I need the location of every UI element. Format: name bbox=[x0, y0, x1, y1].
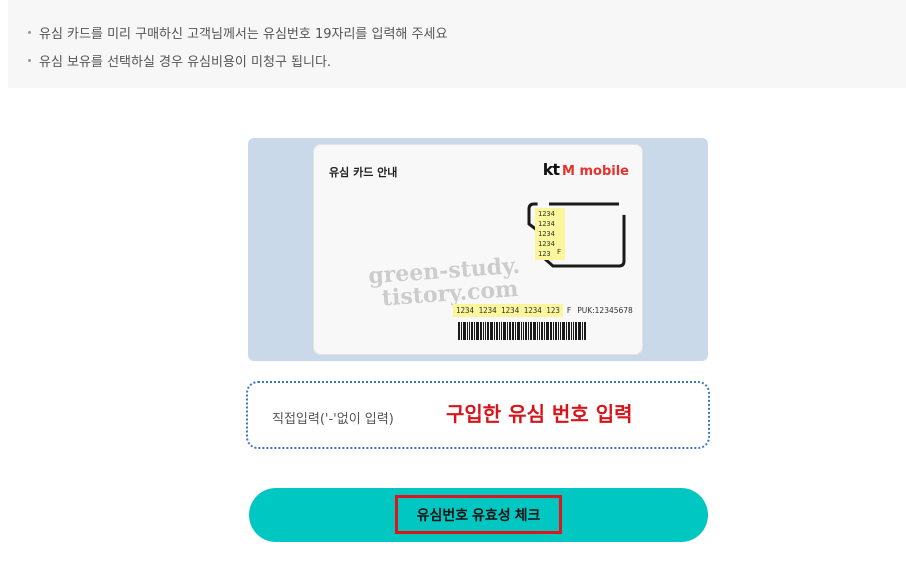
sim-card-image: 유심 카드 안내 kt M mobile 1234 1234 1234 1234… bbox=[313, 144, 643, 355]
barcode-bar bbox=[458, 322, 460, 340]
bullet-icon bbox=[28, 59, 31, 62]
barcode-bar bbox=[584, 322, 586, 340]
chip-number: 1234 bbox=[538, 220, 555, 228]
barcode-bar bbox=[499, 322, 500, 340]
notice-item: 유심 보유를 선택하실 경우 유심비용이 미청구 됩니다. bbox=[28, 51, 331, 70]
barcode-bar bbox=[560, 322, 561, 340]
puk-code: PUK:12345678 bbox=[577, 306, 633, 315]
barcode-bar bbox=[546, 322, 549, 340]
barcode-bar bbox=[467, 322, 468, 340]
notice-item: 유심 카드를 미리 구매하신 고객님께서는 유심번호 19자리를 입력해 주세요 bbox=[28, 23, 447, 42]
chip-number: 1234 bbox=[538, 230, 555, 238]
barcode-bar bbox=[501, 322, 502, 340]
barcode-bar bbox=[553, 322, 554, 340]
barcode-bar bbox=[461, 322, 462, 340]
barcode-bar bbox=[469, 322, 470, 340]
sim-card-guide-area: 유심 카드 안내 kt M mobile 1234 1234 1234 1234… bbox=[248, 138, 708, 361]
barcode-bar bbox=[575, 322, 577, 340]
chip-suffix: F bbox=[557, 248, 562, 256]
barcode-bar bbox=[512, 322, 514, 340]
barcode-bar bbox=[507, 322, 508, 340]
barcode-bar bbox=[555, 322, 557, 340]
notice-text: 유심 보유를 선택하실 경우 유심비용이 미청구 됩니다. bbox=[39, 55, 332, 70]
barcode-bar bbox=[496, 322, 498, 340]
barcode-bar bbox=[558, 322, 559, 340]
barcode-bar bbox=[509, 322, 511, 340]
annotation-label: 구입한 유심 번호 입력 bbox=[446, 402, 633, 426]
notice-text: 유심 카드를 미리 구매하신 고객님께서는 유심번호 19자리를 입력해 주세요 bbox=[39, 27, 448, 42]
logo-kt: kt bbox=[542, 160, 560, 179]
notice-box: 유심 카드를 미리 구매하신 고객님께서는 유심번호 19자리를 입력해 주세요… bbox=[8, 0, 906, 88]
barcode-bar bbox=[533, 322, 536, 340]
barcode-bar bbox=[578, 322, 581, 340]
barcode-bar bbox=[544, 322, 545, 340]
logo-mmobile: M mobile bbox=[562, 164, 629, 179]
barcode-bar bbox=[483, 322, 484, 340]
barcode-bar bbox=[573, 322, 574, 340]
sim-validity-check-button[interactable]: 유심번호 유효성 체크 bbox=[249, 488, 708, 542]
barcode-bar bbox=[525, 322, 527, 340]
barcode-bar bbox=[541, 322, 543, 340]
barcode-icon bbox=[458, 322, 622, 340]
barcode-bar bbox=[490, 322, 493, 340]
barcode-bar bbox=[537, 322, 538, 340]
barcode-bar bbox=[562, 322, 565, 340]
barcode-bar bbox=[474, 322, 475, 340]
barcode-bar bbox=[476, 322, 479, 340]
sim-serial-row: 1234 1234 1234 1234 123 F PUK:12345678 bbox=[453, 304, 633, 317]
barcode-bar bbox=[550, 322, 552, 340]
barcode-bar bbox=[566, 322, 567, 340]
sim-number-input-box[interactable]: 직접입력('-'없이 입력) 구입한 유심 번호 입력 bbox=[246, 381, 710, 449]
barcode-bar bbox=[471, 322, 473, 340]
barcode-bar bbox=[568, 322, 570, 340]
barcode-bar bbox=[539, 322, 540, 340]
barcode-bar bbox=[463, 322, 466, 340]
bullet-icon bbox=[28, 31, 31, 34]
kt-mmobile-logo: kt M mobile bbox=[543, 160, 629, 179]
chip-number: 1234 bbox=[538, 210, 555, 218]
barcode-bar bbox=[485, 322, 486, 340]
barcode-bar bbox=[494, 322, 495, 340]
check-button-label: 유심번호 유효성 체크 bbox=[416, 506, 541, 523]
barcode-bar bbox=[523, 322, 524, 340]
barcode-bar bbox=[530, 322, 532, 340]
barcode-bar bbox=[515, 322, 516, 340]
sim-card-title: 유심 카드 안내 bbox=[329, 166, 398, 179]
sim-serial-number: 1234 1234 1234 1234 123 bbox=[453, 304, 563, 317]
barcode-bar bbox=[582, 322, 583, 340]
barcode-bar bbox=[480, 322, 482, 340]
barcode-bar bbox=[528, 322, 529, 340]
highlight-box: 유심번호 유효성 체크 bbox=[395, 495, 562, 534]
barcode-bar bbox=[521, 322, 522, 340]
serial-suffix: F bbox=[566, 306, 572, 315]
barcode-bar bbox=[503, 322, 506, 340]
watermark: green-study. tistory.com bbox=[367, 253, 523, 312]
barcode-bar bbox=[517, 322, 520, 340]
barcode-bar bbox=[487, 322, 489, 340]
barcode-bar bbox=[571, 322, 572, 340]
